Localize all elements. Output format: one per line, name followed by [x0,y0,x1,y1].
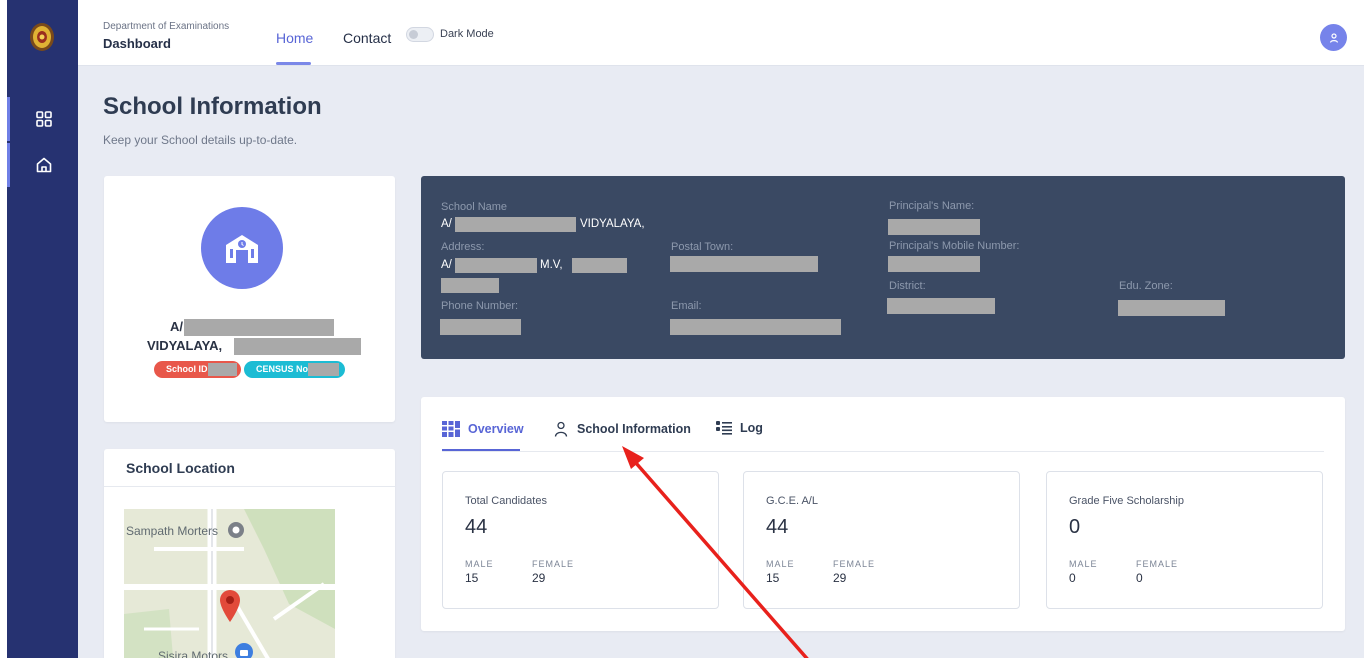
school-name-suffix: VIDYALAYA, [580,218,645,230]
emblem-logo-icon [30,23,54,51]
app-frame: Department of Examinations Dashboard Hom… [7,0,1364,658]
stat-female-label: FEMALE [1136,559,1179,569]
redacted-name [234,338,361,355]
school-name-prefix: A/ [441,218,452,230]
stat-title: Total Candidates [465,495,547,507]
stat-female-value: 29 [833,571,847,585]
home-icon [36,157,52,173]
map-view[interactable]: Sampath Morters Sisira Motors [124,509,335,658]
tab-log-label: Log [740,421,763,435]
stat-male-value: 15 [766,571,780,585]
redacted-value [887,298,995,314]
sidebar [7,0,78,658]
tab-school-information-label: School Information [577,422,691,436]
redacted-census [308,363,339,376]
app-title: Dashboard [103,36,171,51]
stat-female-value: 29 [532,571,546,585]
address-prefix: A/ [441,259,452,271]
user-icon [1329,32,1338,43]
department-name: Department of Examinations [103,21,230,32]
stat-male-label: MALE [1069,559,1098,569]
dark-mode-label: Dark Mode [440,28,494,40]
address-label: Address: [441,241,485,253]
school-name-label: School Name [441,201,508,213]
stat-female-label: FEMALE [833,559,876,569]
stat-title: Grade Five Scholarship [1069,495,1184,507]
census-label: CENSUS No: [256,364,312,374]
map-label: Sisira Motors [158,649,229,658]
person-icon [554,421,568,437]
dark-mode-toggle[interactable] [406,27,434,42]
school-avatar [201,207,283,289]
stat-card-grade-five-scholarship: Grade Five Scholarship 0 MALE FEMALE 0 0 [1046,471,1323,609]
district-label: District: [889,280,926,292]
postal-town-label: Postal Town: [671,241,734,253]
principal-mobile-label: Principal's Mobile Number: [889,240,1020,252]
school-profile-card: A/ VIDYALAYA, School ID: CENSUS No: [104,176,395,422]
stat-card-gce-al: G.C.E. A/L 44 MALE FEMALE 15 29 [743,471,1020,609]
page-title: School Information [103,93,322,120]
stat-total: 44 [766,516,789,538]
redacted-value [440,319,521,335]
redacted-school-id [208,363,237,376]
stat-male-value: 0 [1069,571,1076,585]
stat-female-value: 0 [1136,571,1143,585]
phone-label: Phone Number: [441,300,519,312]
map-label: Sampath Morters [126,524,219,538]
stat-title: G.C.E. A/L [766,495,818,507]
nav-contact-link[interactable]: Contact [343,30,391,46]
school-name-prefix: A/ [170,319,183,334]
stat-female-label: FEMALE [532,559,575,569]
school-info-panel: School Name A/ VIDYALAYA, Address: A/ M.… [421,176,1345,359]
map-shop-icon [235,643,253,658]
redacted-value [455,258,537,273]
location-title: School Location [126,460,235,476]
sidebar-item-home[interactable] [7,143,78,187]
redacted-value [1118,300,1225,316]
edu-zone-label: Edu. Zone: [1119,280,1173,292]
list-icon [716,421,732,435]
stat-total: 44 [465,516,488,538]
redacted-value [455,217,576,232]
map-poi-icon [228,522,244,538]
redacted-value [670,256,818,272]
redacted-name [184,319,334,336]
active-tab-indicator [442,449,520,451]
dashboard-tiles-icon [442,421,460,437]
redacted-value [670,319,841,335]
stat-card-total-candidates: Total Candidates 44 MALE FEMALE 15 29 [442,471,719,609]
email-label: Email: [671,300,702,312]
school-id-label: School ID: [166,364,211,374]
tab-log[interactable]: Log [716,421,763,435]
stat-total: 0 [1069,516,1081,538]
redacted-value [572,258,627,273]
redacted-value [888,256,980,272]
address-mid: M.V, [540,259,563,271]
tabs-divider [442,451,1324,452]
nav-home-link[interactable]: Home [276,30,313,46]
principal-name-label: Principal's Name: [889,200,975,212]
redacted-value [441,278,499,293]
school-name-line2: VIDYALAYA, [147,338,223,353]
stat-male-label: MALE [465,559,494,569]
location-pin-icon [220,590,240,622]
school-building-icon [226,235,258,263]
divider [104,486,395,487]
details-tabs-card: Overview School Information Log Total Ca… [421,397,1345,631]
top-header: Department of Examinations Dashboard Hom… [78,0,1364,66]
redacted-value [888,219,980,235]
user-avatar[interactable] [1320,24,1347,51]
tab-school-information[interactable]: School Information [553,421,691,437]
toggle-knob [409,30,418,39]
nav-active-indicator [276,62,311,65]
sidebar-item-dashboard[interactable] [7,97,78,141]
school-location-card: School Location Sampath Morters Sisira M… [104,449,395,658]
grid-icon [36,111,52,127]
page-subtitle: Keep your School details up-to-date. [103,133,298,147]
tab-overview[interactable]: Overview [442,421,524,437]
tab-overview-label: Overview [468,422,524,436]
stat-male-value: 15 [465,571,479,585]
stat-male-label: MALE [766,559,795,569]
